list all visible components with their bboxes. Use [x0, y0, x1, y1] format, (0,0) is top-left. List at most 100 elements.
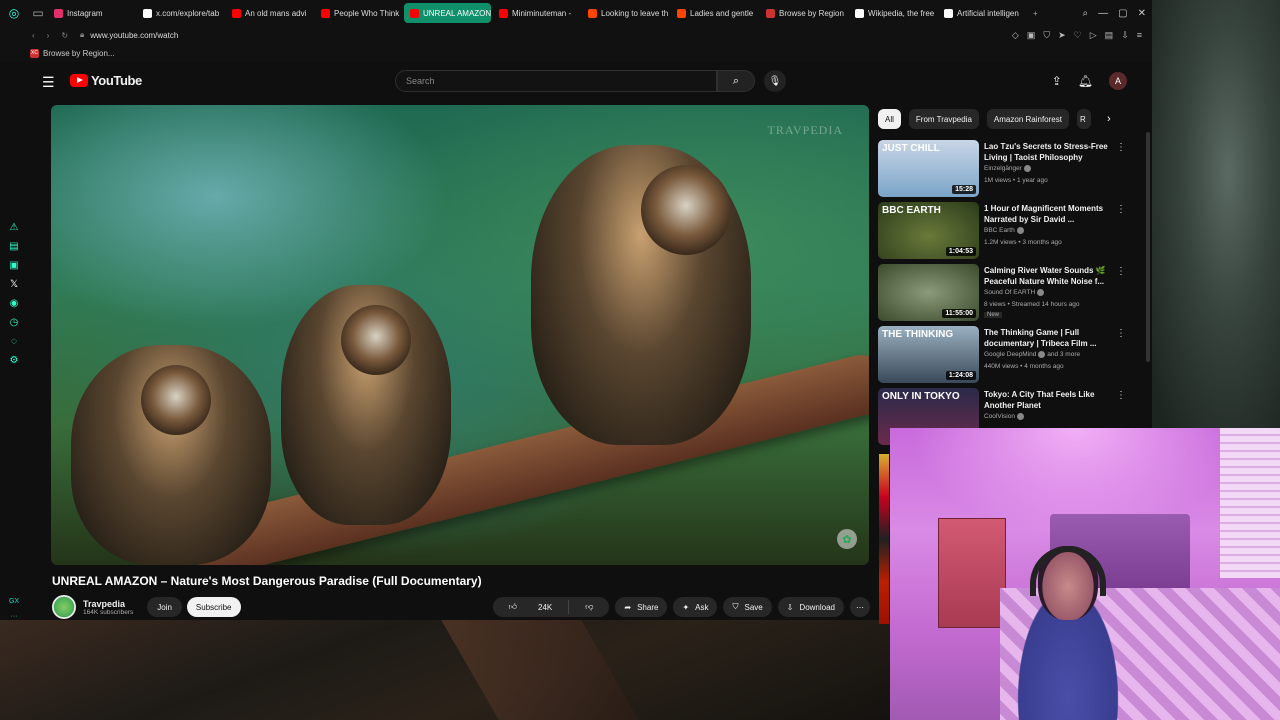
- browser-tab[interactable]: People Who Think: [315, 3, 402, 23]
- search-input[interactable]: Search: [395, 70, 717, 92]
- more-vertical-icon[interactable]: ⋮: [1116, 142, 1126, 153]
- recommended-video[interactable]: JUST CHILL 15:28 Lao Tzu's Secrets to Stre…: [878, 140, 1128, 202]
- browser-tab[interactable]: x.com/explore/tab: [137, 3, 224, 23]
- search-button[interactable]: ⌕: [717, 70, 755, 92]
- browser-tab[interactable]: UNREAL AMAZON – N: [404, 3, 491, 23]
- notifications-bell-icon[interactable]: 🔔︎: [1078, 74, 1093, 88]
- tab-label: Instagram: [67, 8, 103, 18]
- chip-all[interactable]: All: [878, 109, 901, 129]
- chip-amazon-rainforest[interactable]: Amazon Rainforest: [986, 109, 1069, 129]
- chip-partial[interactable]: R: [1076, 109, 1091, 129]
- minimize-icon[interactable]: —: [1098, 8, 1108, 19]
- create-upload-icon[interactable]: ⇪: [1052, 74, 1062, 88]
- close-icon[interactable]: ✕: [1138, 8, 1146, 19]
- video-thumbnail[interactable]: THE THINKING 1:24:08: [878, 326, 979, 383]
- tab-label: Browse by Region: [779, 8, 844, 18]
- chat-icon[interactable]: ▤: [9, 241, 18, 252]
- more-vertical-icon[interactable]: ⋮: [1116, 328, 1126, 339]
- join-button[interactable]: Join: [147, 597, 182, 617]
- download-button[interactable]: ⇩ Download: [777, 597, 844, 617]
- more-vertical-icon[interactable]: ⋮: [1116, 390, 1126, 401]
- tab-list-icon[interactable]: ▭: [28, 0, 48, 26]
- video-thumbnail[interactable]: BBC EARTH 1:04:53: [878, 202, 979, 259]
- browser-sidebar: ⚠ ▤ ▣ 𝕏 ◉ ◷ ◌ ⚙ GX ···: [0, 62, 28, 620]
- url-field[interactable]: www.youtube.com/watch: [90, 31, 178, 40]
- player-icon[interactable]: ◉: [10, 298, 19, 309]
- ask-button[interactable]: ✦ Ask: [673, 597, 718, 617]
- new-tab-button[interactable]: +: [1027, 3, 1044, 23]
- dislike-button[interactable]: 👎︎: [569, 602, 609, 612]
- recommended-channel[interactable]: Einzelgänger: [984, 165, 1031, 172]
- browser-tab[interactable]: Looking to leave th: [582, 3, 669, 23]
- send-icon[interactable]: ➤: [1058, 30, 1066, 41]
- channel-name[interactable]: Travpedia: [83, 599, 133, 609]
- heart-icon[interactable]: ♡: [1074, 30, 1082, 41]
- settings-icon[interactable]: ⚙: [10, 355, 19, 366]
- chevron-right-icon[interactable]: ›: [1107, 113, 1111, 125]
- video-thumbnail[interactable]: 11:55:00: [878, 264, 979, 321]
- more-vertical-icon[interactable]: ⋮: [1116, 204, 1126, 215]
- twitch-icon[interactable]: ▣: [9, 260, 18, 271]
- aria-icon[interactable]: ⚠: [10, 222, 19, 233]
- x-icon[interactable]: 𝕏: [10, 279, 18, 290]
- page-scrollbar[interactable]: [1146, 132, 1150, 362]
- channel-avatar[interactable]: [52, 595, 76, 619]
- recommended-title[interactable]: Calming River Water Sounds 🌿 Peaceful Na…: [984, 265, 1120, 287]
- browser-tab[interactable]: An old mans advi: [226, 3, 313, 23]
- channel-watermark-icon[interactable]: ✿: [837, 529, 857, 549]
- video-thumbnail[interactable]: JUST CHILL 15:28: [878, 140, 979, 197]
- hamburger-menu-icon[interactable]: ☰: [42, 74, 55, 91]
- video-player[interactable]: TRAVPEDIA ✿: [51, 105, 869, 565]
- shield-icon[interactable]: ⛉: [1043, 30, 1050, 41]
- recommended-channel[interactable]: Sound Of EARTH: [984, 289, 1045, 296]
- menu-icon[interactable]: ≡: [1137, 30, 1142, 41]
- maximize-icon[interactable]: ▢: [1118, 8, 1127, 19]
- verified-icon: [1016, 413, 1024, 420]
- reload-icon[interactable]: ↻: [61, 31, 68, 40]
- back-icon[interactable]: ‹: [32, 31, 35, 40]
- pinboard-icon[interactable]: ◌: [11, 336, 17, 347]
- download-icon[interactable]: ⇩: [1121, 30, 1129, 41]
- screenshot-icon[interactable]: ▣: [1027, 30, 1036, 41]
- browser-logo-icon[interactable]: ◎: [0, 0, 28, 26]
- browser-tab[interactable]: Ladies and gentle: [671, 3, 758, 23]
- chip-from-travpedia[interactable]: From Travpedia: [908, 109, 979, 129]
- bookmark-item[interactable]: Browse by Region...: [43, 49, 115, 58]
- browser-tab[interactable]: Miniminuteman -: [493, 3, 580, 23]
- window-controls: ⌕ — ▢ ✕: [1083, 0, 1146, 26]
- browser-tab[interactable]: Browse by Region: [760, 3, 847, 23]
- recommended-title[interactable]: Tokyo: A City That Feels Like Another Pl…: [984, 389, 1120, 411]
- avatar[interactable]: A: [1109, 72, 1127, 90]
- share-button[interactable]: ➦ Share: [615, 597, 668, 617]
- save-button[interactable]: ⛉ Save: [723, 597, 772, 617]
- recommended-title[interactable]: The Thinking Game | Full documentary | T…: [984, 327, 1120, 349]
- player-icon[interactable]: ▷: [1090, 30, 1097, 41]
- recommended-video[interactable]: 11:55:00 Calming River Water Sounds 🌿 Pea…: [878, 264, 1128, 326]
- browser-tab[interactable]: Instagram: [48, 3, 135, 23]
- recommended-title[interactable]: 1 Hour of Magnificent Moments Narrated b…: [984, 203, 1120, 225]
- browser-tab[interactable]: Artificial intelligen: [938, 3, 1025, 23]
- youtube-logo[interactable]: YouTube: [70, 73, 142, 88]
- search-tabs-icon[interactable]: ⌕: [1083, 8, 1089, 19]
- forward-icon[interactable]: ›: [47, 31, 50, 40]
- voice-search-button[interactable]: 🎙︎: [764, 70, 786, 92]
- browser-tab[interactable]: Wikipedia, the free: [849, 3, 936, 23]
- more-vertical-icon[interactable]: ⋮: [1116, 266, 1126, 277]
- recommended-video[interactable]: BBC EARTH 1:04:53 1 Hour of Magnificent Mo…: [878, 202, 1128, 264]
- history-icon[interactable]: ◷: [10, 317, 19, 328]
- wallet-icon[interactable]: ▤: [1105, 30, 1114, 41]
- recommended-channel[interactable]: CoolVision: [984, 413, 1024, 420]
- like-button[interactable]: 👍︎ 24K: [493, 602, 569, 612]
- more-actions-button[interactable]: ⋯: [850, 597, 870, 617]
- duration-badge: 1:04:53: [945, 247, 976, 256]
- recommended-title[interactable]: Lao Tzu's Secrets to Stress-Free Living …: [984, 141, 1120, 163]
- bookmark-icon[interactable]: ◇: [1012, 30, 1019, 41]
- lock-icon: 🔒︎: [80, 30, 85, 39]
- gx-icon[interactable]: GX: [9, 598, 19, 605]
- recommended-channel[interactable]: Google DeepMind and 3 more: [984, 351, 1080, 358]
- recommended-channel[interactable]: BBC Earth: [984, 227, 1024, 234]
- more-icon[interactable]: ···: [11, 613, 18, 620]
- duration-badge: 11:55:00: [942, 309, 976, 318]
- recommended-video[interactable]: THE THINKING 1:24:08 The Thinking Game | F…: [878, 326, 1128, 388]
- subscribe-button[interactable]: Subscribe: [186, 597, 241, 617]
